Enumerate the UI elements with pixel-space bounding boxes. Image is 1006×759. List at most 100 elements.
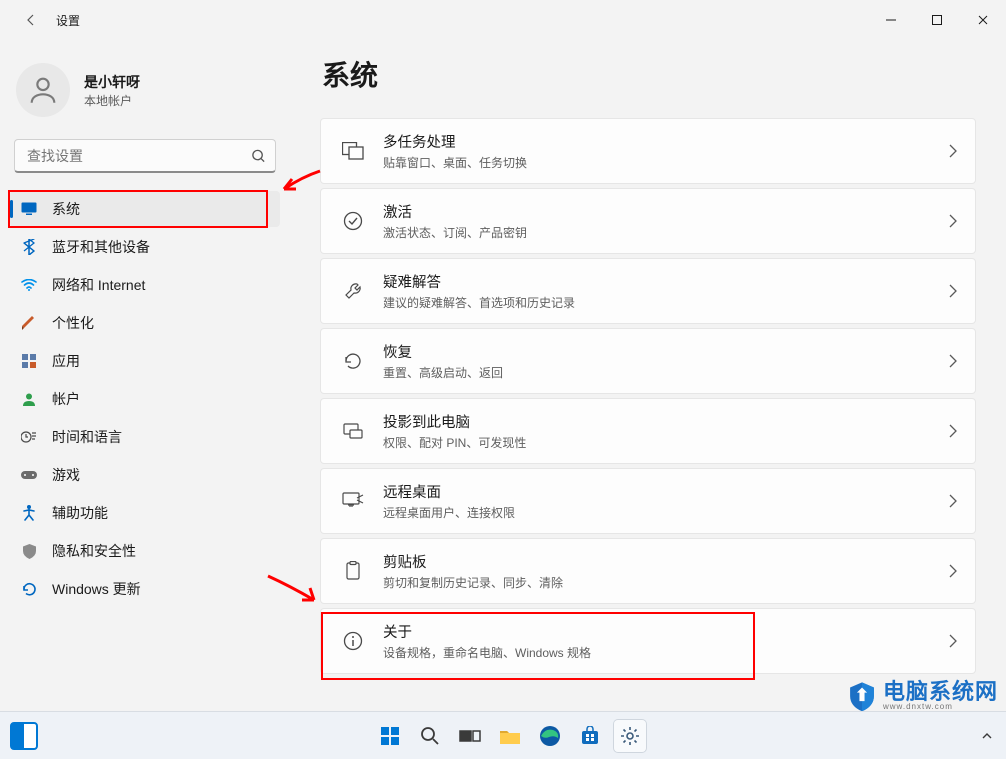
nav-list: 系统 蓝牙和其他设备 网络和 Internet 个性化 应用 帐户: [10, 191, 280, 607]
chevron-right-icon: [949, 564, 957, 578]
display-icon: [20, 200, 38, 218]
card-subtitle: 设备规格，重命名电脑、Windows 规格: [383, 644, 949, 661]
card-title: 多任务处理: [383, 131, 949, 152]
sidebar-item-label: 蓝牙和其他设备: [52, 237, 150, 257]
chevron-right-icon: [949, 494, 957, 508]
sidebar-item-personalization[interactable]: 个性化: [10, 305, 280, 341]
user-name: 是小轩呀: [84, 72, 140, 92]
chevron-right-icon: [949, 214, 957, 228]
user-account-type: 本地帐户: [84, 92, 140, 109]
search-input[interactable]: [14, 139, 276, 173]
card-subtitle: 建议的疑难解答、首选项和历史记录: [383, 294, 949, 311]
search-wrapper: [14, 139, 276, 173]
sidebar-item-label: 帐户: [52, 389, 80, 409]
sidebar-item-apps[interactable]: 应用: [10, 343, 280, 379]
remote-desktop-icon: [339, 487, 367, 515]
sidebar-item-update[interactable]: Windows 更新: [10, 571, 280, 607]
card-about[interactable]: 关于设备规格，重命名电脑、Windows 规格: [320, 608, 976, 674]
sidebar-item-accessibility[interactable]: 辅助功能: [10, 495, 280, 531]
watermark: 电脑系统网 www.dnxtw.com: [845, 679, 998, 713]
card-subtitle: 权限、配对 PIN、可发现性: [383, 434, 949, 451]
card-title: 远程桌面: [383, 481, 949, 502]
sidebar-item-label: 辅助功能: [52, 503, 108, 523]
avatar: [16, 63, 70, 117]
watermark-url: www.dnxtw.com: [883, 703, 998, 711]
sidebar: 是小轩呀 本地帐户 系统 蓝牙和其他设备 网络和 Internet: [0, 40, 290, 711]
card-clipboard[interactable]: 剪贴板剪切和复制历史记录、同步、清除: [320, 538, 976, 604]
sidebar-item-accounts[interactable]: 帐户: [10, 381, 280, 417]
about-icon: [339, 627, 367, 655]
card-subtitle: 激活状态、订阅、产品密钥: [383, 224, 949, 241]
chevron-right-icon: [949, 634, 957, 648]
sidebar-item-label: Windows 更新: [52, 579, 141, 599]
gamepad-icon: [20, 466, 38, 484]
card-projecting[interactable]: 投影到此电脑权限、配对 PIN、可发现性: [320, 398, 976, 464]
maximize-button[interactable]: [914, 0, 960, 40]
bluetooth-icon: [20, 238, 38, 256]
minimize-button[interactable]: [868, 0, 914, 40]
card-title: 投影到此电脑: [383, 411, 949, 432]
card-subtitle: 剪切和复制历史记录、同步、清除: [383, 574, 949, 591]
watermark-text: 电脑系统网: [883, 681, 998, 703]
window-title: 设置: [56, 12, 80, 29]
card-activation[interactable]: 激活激活状态、订阅、产品密钥: [320, 188, 976, 254]
clipboard-icon: [339, 557, 367, 585]
sidebar-item-time-language[interactable]: 时间和语言: [10, 419, 280, 455]
apps-icon: [20, 352, 38, 370]
chevron-right-icon: [949, 354, 957, 368]
taskbar-search[interactable]: [414, 720, 446, 752]
activation-icon: [339, 207, 367, 235]
card-title: 疑难解答: [383, 271, 949, 292]
clock-language-icon: [20, 428, 38, 446]
card-subtitle: 贴靠窗口、桌面、任务切换: [383, 154, 949, 171]
taskbar: [0, 711, 1006, 759]
back-button[interactable]: [16, 5, 46, 35]
card-title: 剪贴板: [383, 551, 949, 572]
taskbar-store[interactable]: [574, 720, 606, 752]
recovery-icon: [339, 347, 367, 375]
projecting-icon: [339, 417, 367, 445]
sidebar-item-label: 应用: [52, 351, 80, 371]
sidebar-item-privacy[interactable]: 隐私和安全性: [10, 533, 280, 569]
chevron-right-icon: [949, 144, 957, 158]
taskbar-settings[interactable]: [614, 720, 646, 752]
settings-list: 多任务处理贴靠窗口、桌面、任务切换 激活激活状态、订阅、产品密钥 疑难解答建议的…: [320, 118, 976, 674]
taskbar-widgets[interactable]: [10, 722, 38, 750]
card-recovery[interactable]: 恢复重置、高级启动、返回: [320, 328, 976, 394]
close-button[interactable]: [960, 0, 1006, 40]
titlebar: 设置: [0, 0, 1006, 40]
taskbar-tray-chevron-icon[interactable]: [982, 732, 992, 740]
card-multitasking[interactable]: 多任务处理贴靠窗口、桌面、任务切换: [320, 118, 976, 184]
shield-icon: [20, 542, 38, 560]
window-controls: [868, 0, 1006, 40]
card-subtitle: 重置、高级启动、返回: [383, 364, 949, 381]
sidebar-item-bluetooth[interactable]: 蓝牙和其他设备: [10, 229, 280, 265]
sidebar-item-label: 网络和 Internet: [52, 275, 145, 295]
taskbar-taskview[interactable]: [454, 720, 486, 752]
sidebar-item-label: 游戏: [52, 465, 80, 485]
update-icon: [20, 580, 38, 598]
account-icon: [20, 390, 38, 408]
taskbar-explorer[interactable]: [494, 720, 526, 752]
content-area: 系统 多任务处理贴靠窗口、桌面、任务切换 激活激活状态、订阅、产品密钥 疑难解答…: [290, 40, 1006, 711]
chevron-right-icon: [949, 284, 957, 298]
sidebar-item-gaming[interactable]: 游戏: [10, 457, 280, 493]
sidebar-item-label: 隐私和安全性: [52, 541, 136, 561]
sidebar-item-label: 系统: [52, 199, 80, 219]
brush-icon: [20, 314, 38, 332]
taskbar-start[interactable]: [374, 720, 406, 752]
page-title: 系统: [322, 54, 976, 94]
card-title: 关于: [383, 621, 949, 642]
taskbar-edge[interactable]: [534, 720, 566, 752]
chevron-right-icon: [949, 424, 957, 438]
sidebar-item-system[interactable]: 系统: [10, 191, 280, 227]
sidebar-item-network[interactable]: 网络和 Internet: [10, 267, 280, 303]
multitasking-icon: [339, 137, 367, 165]
card-troubleshoot[interactable]: 疑难解答建议的疑难解答、首选项和历史记录: [320, 258, 976, 324]
card-remote-desktop[interactable]: 远程桌面远程桌面用户、连接权限: [320, 468, 976, 534]
user-block[interactable]: 是小轩呀 本地帐户: [10, 55, 280, 139]
card-title: 激活: [383, 201, 949, 222]
sidebar-item-label: 时间和语言: [52, 427, 122, 447]
troubleshoot-icon: [339, 277, 367, 305]
card-title: 恢复: [383, 341, 949, 362]
